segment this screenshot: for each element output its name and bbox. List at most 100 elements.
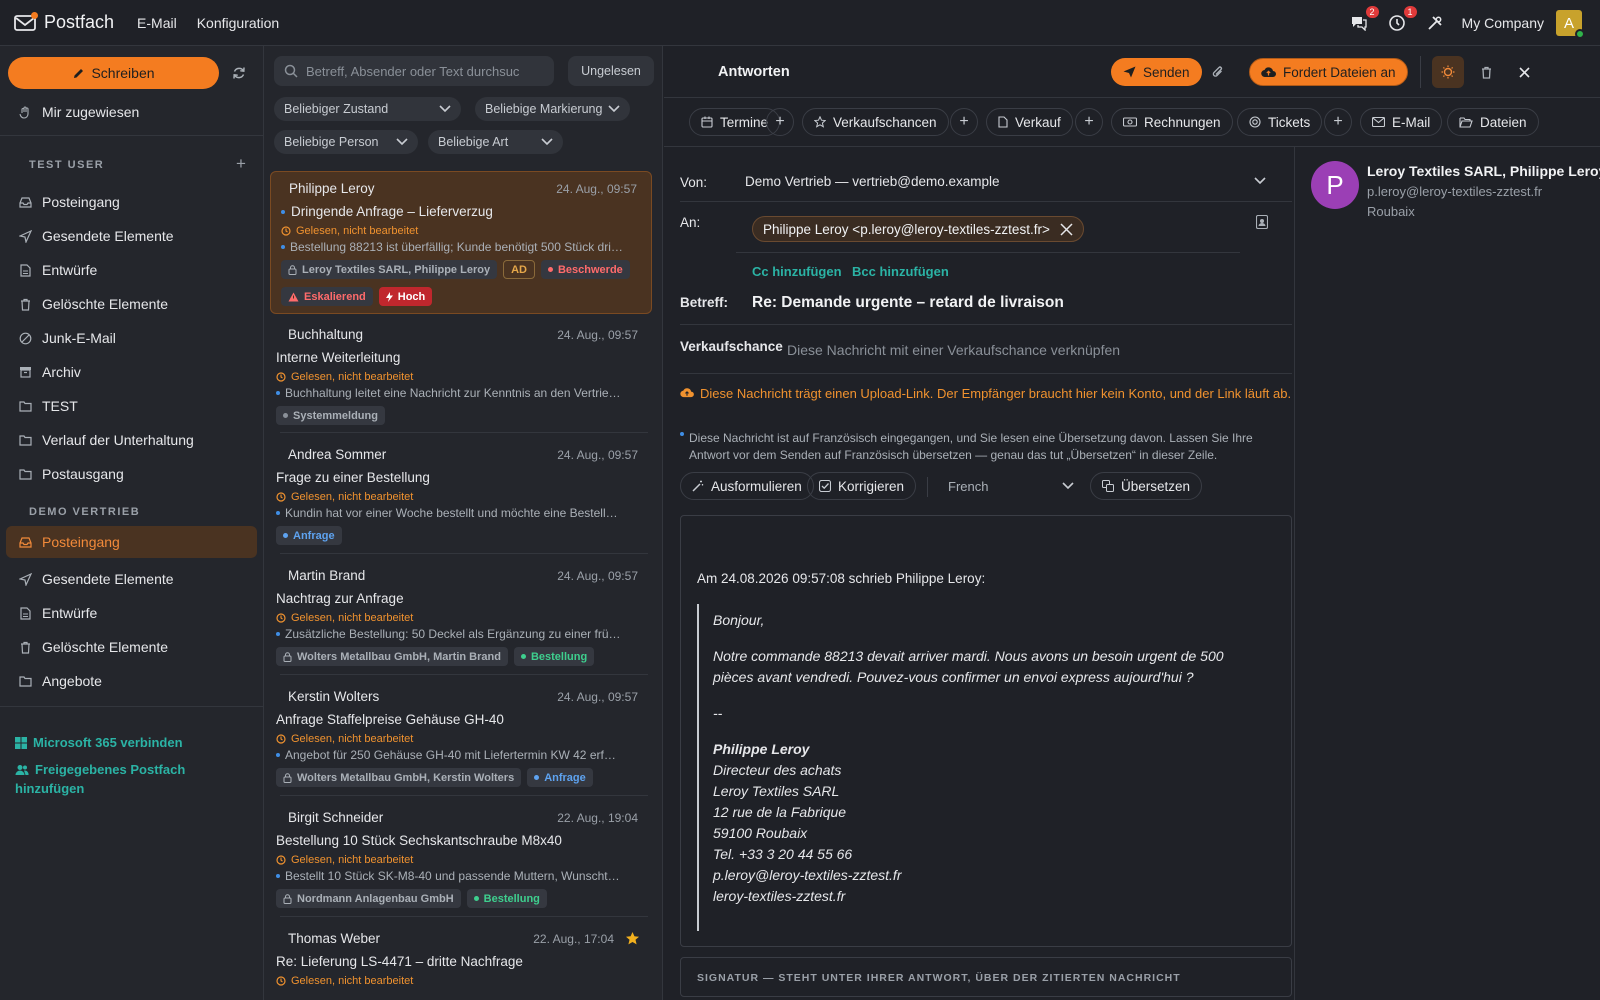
sidebar-item-junk[interactable]: Junk-E-Mail <box>0 323 264 353</box>
correct-button[interactable]: Korrigieren <box>807 472 917 500</box>
filter-marking[interactable]: Beliebige Markierung <box>475 97 630 121</box>
ms365-connect-link[interactable]: Microsoft 365 verbinden <box>15 733 183 752</box>
tab-label: Dateien <box>1480 114 1527 130</box>
add-folder-icon[interactable]: + <box>236 154 246 174</box>
tab-invoices[interactable]: Rechnungen <box>1111 108 1233 136</box>
document-icon <box>18 606 32 620</box>
sidebar-item-deleted[interactable]: Gelöschte Elemente <box>0 289 264 319</box>
top-bar: Postfach E-Mail Konfiguration 2 1 My Com… <box>0 0 1600 46</box>
filter-state[interactable]: Beliebiger Zustand <box>274 97 461 121</box>
mail-list-item[interactable]: Andrea Sommer 24. Aug., 09:57 Frage zu e… <box>270 438 652 550</box>
chat-icon[interactable]: 2 <box>1348 6 1379 34</box>
mail-list-item[interactable]: Birgit Schneider 22. Aug., 19:04 Bestell… <box>270 801 652 913</box>
chevron-down-icon[interactable] <box>1254 177 1266 185</box>
recipient-chip[interactable]: Philippe Leroy <p.leroy@leroy-textiles-z… <box>752 216 1084 242</box>
trash-icon[interactable] <box>1478 64 1494 80</box>
tab-sales[interactable]: Verkauf <box>986 108 1073 136</box>
cloud-upload-icon <box>1261 67 1276 78</box>
chevron-down-icon <box>608 105 620 113</box>
filter-person[interactable]: Beliebige Person <box>274 130 418 154</box>
chevron-down-icon <box>1062 482 1074 490</box>
signature-line: 59100 Roubaix <box>713 825 808 841</box>
lock-icon <box>283 893 292 904</box>
activity-icon[interactable]: 1 <box>1386 6 1417 34</box>
info-dot-icon <box>680 432 684 436</box>
mail-list-item[interactable]: Martin Brand 24. Aug., 09:57 Nachtrag zu… <box>270 559 652 671</box>
signature-line: Leroy Textiles SARL <box>713 783 840 799</box>
sidebar-item-outbox[interactable]: Postausgang <box>0 459 264 489</box>
upload-warning-text: Diese Nachricht trägt einen Upload-Link.… <box>700 386 1292 401</box>
tab-files[interactable]: Dateien <box>1447 108 1539 136</box>
company-switcher[interactable]: My Company <box>1462 15 1544 31</box>
request-files-button[interactable]: Fordert Dateien an <box>1249 58 1408 86</box>
language-select[interactable]: French <box>938 472 1084 500</box>
tools-icon[interactable] <box>1424 12 1446 34</box>
quote-dash: -- <box>713 705 723 721</box>
sidebar-item-assigned[interactable]: Mir zugewiesen <box>0 97 264 127</box>
translate-button[interactable]: Übersetzen <box>1090 472 1203 500</box>
sidebar-item-conversation-history[interactable]: Verlauf der Unterhaltung <box>0 425 264 455</box>
sidebar-item-demo-deleted[interactable]: Gelöschte Elemente <box>0 632 264 662</box>
star-icon[interactable] <box>625 931 640 946</box>
close-icon[interactable] <box>1516 64 1532 80</box>
sidebar-item-label: Archiv <box>42 364 81 380</box>
send-button[interactable]: Senden <box>1111 58 1202 86</box>
mail-list-item[interactable]: Philippe Leroy 24. Aug., 09:57 Dringende… <box>270 171 652 314</box>
mail-list-item[interactable]: Thomas Weber 22. Aug., 17:04 Re: Lieferu… <box>270 922 652 1000</box>
sidebar-item-test[interactable]: TEST <box>0 391 264 421</box>
filter-type[interactable]: Beliebige Art <box>428 130 563 154</box>
add-sale-button[interactable]: + <box>1075 108 1103 136</box>
unread-dot-icon <box>281 245 285 249</box>
search-input[interactable]: Betreff, Absender oder Text durchsuc <box>274 56 554 86</box>
compose-button[interactable]: Schreiben <box>8 57 219 89</box>
tab-opportunities[interactable]: Verkaufschancen <box>802 108 949 136</box>
mail-status: Gelesen, nicht bearbeitet <box>291 491 414 503</box>
mail-preview: Buchhaltung leitet eine Nachricht zur Ke… <box>285 386 621 400</box>
add-cc-link[interactable]: Cc hinzufügen <box>752 264 842 279</box>
mail-subject: Anfrage Staffelpreise Gehäuse GH-40 <box>276 712 504 727</box>
opportunity-input[interactable]: Diese Nachricht mit einer Verkaufschance… <box>787 342 1120 358</box>
sidebar-item-archive[interactable]: Archiv <box>0 357 264 387</box>
message-editor[interactable]: Am 24.08.2026 09:57:08 schrieb Philippe … <box>680 515 1292 947</box>
mail-list-item[interactable]: Buchhaltung 24. Aug., 09:57 Interne Weit… <box>270 318 652 430</box>
mail-list-item[interactable]: Kerstin Wolters 24. Aug., 09:57 Anfrage … <box>270 680 652 792</box>
sidebar-item-demo-sent[interactable]: Gesendete Elemente <box>0 564 264 594</box>
sidebar-item-demo-drafts[interactable]: Entwürfe <box>0 598 264 628</box>
add-opportunity-button[interactable]: + <box>950 108 978 136</box>
add-appointment-button[interactable]: + <box>766 108 794 136</box>
sun-settings-icon[interactable] <box>1432 56 1464 88</box>
from-select[interactable]: Demo Vertrieb — vertrieb@demo.example <box>745 174 1000 189</box>
tab-email[interactable]: E-Mail <box>1360 108 1443 136</box>
nav-email[interactable]: E-Mail <box>137 15 177 31</box>
tab-label: Verkauf <box>1015 114 1061 130</box>
unread-dot-icon <box>276 753 280 757</box>
add-shared-mailbox-link[interactable]: Freigegebenes Postfach hinzufügen <box>15 760 185 798</box>
contact-avatar: P <box>1311 161 1359 209</box>
nav-configuration[interactable]: Konfiguration <box>197 15 280 31</box>
unread-filter-button[interactable]: Ungelesen <box>568 56 654 86</box>
category-tag: Anfrage <box>527 768 593 787</box>
address-book-icon[interactable] <box>1256 215 1268 229</box>
attachment-icon[interactable] <box>1210 64 1226 80</box>
tab-tickets[interactable]: Tickets <box>1237 108 1323 136</box>
user-avatar[interactable]: A <box>1556 10 1585 39</box>
signature-section[interactable]: SIGNATUR — STEHT UNTER IHRER ANTWORT, ÜB… <box>680 957 1292 997</box>
correct-label: Korrigieren <box>838 478 905 494</box>
sidebar-item-sent[interactable]: Gesendete Elemente <box>0 221 264 251</box>
hand-icon <box>18 105 32 119</box>
sidebar-item-demo-inbox[interactable]: Posteingang <box>6 526 257 558</box>
sidebar-item-demo-offers[interactable]: Angebote <box>0 666 264 696</box>
subject-input[interactable]: Re: Demande urgente – retard de livraiso… <box>752 294 1064 312</box>
remove-recipient-icon[interactable] <box>1060 222 1073 236</box>
add-bcc-link[interactable]: Bcc hinzufügen <box>852 264 949 279</box>
sidebar-item-drafts[interactable]: Entwürfe <box>0 255 264 285</box>
refresh-icon[interactable] <box>232 66 246 80</box>
signature-line: p.leroy@leroy-textiles-zztest.fr <box>713 867 902 883</box>
contact-email[interactable]: p.leroy@leroy-textiles-zztest.fr <box>1367 184 1542 199</box>
sidebar-item-inbox[interactable]: Posteingang <box>0 187 264 217</box>
contact-name[interactable]: Leroy Textiles SARL, Philippe Leroy <box>1367 163 1600 179</box>
folder-icon <box>18 467 32 481</box>
formulate-button[interactable]: Ausformulieren <box>680 472 814 500</box>
add-ticket-button[interactable]: + <box>1324 108 1352 136</box>
warning-icon <box>288 292 299 301</box>
